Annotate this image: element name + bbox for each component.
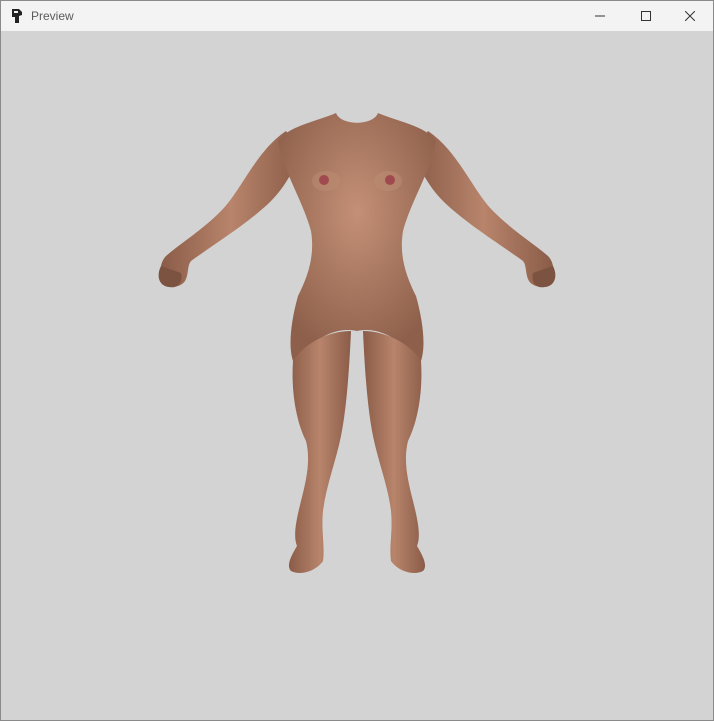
close-icon bbox=[685, 11, 695, 21]
maximize-button[interactable] bbox=[623, 1, 669, 31]
body-model-render bbox=[158, 113, 556, 573]
app-icon bbox=[12, 9, 22, 23]
maximize-icon bbox=[641, 11, 651, 21]
title-bar[interactable]: Preview bbox=[1, 1, 713, 31]
3d-preview-viewport[interactable] bbox=[1, 31, 713, 720]
window-title: Preview bbox=[31, 9, 74, 23]
close-button[interactable] bbox=[667, 1, 713, 31]
minimize-icon bbox=[595, 15, 605, 17]
minimize-button[interactable] bbox=[577, 1, 623, 31]
preview-window: Preview bbox=[0, 0, 714, 721]
